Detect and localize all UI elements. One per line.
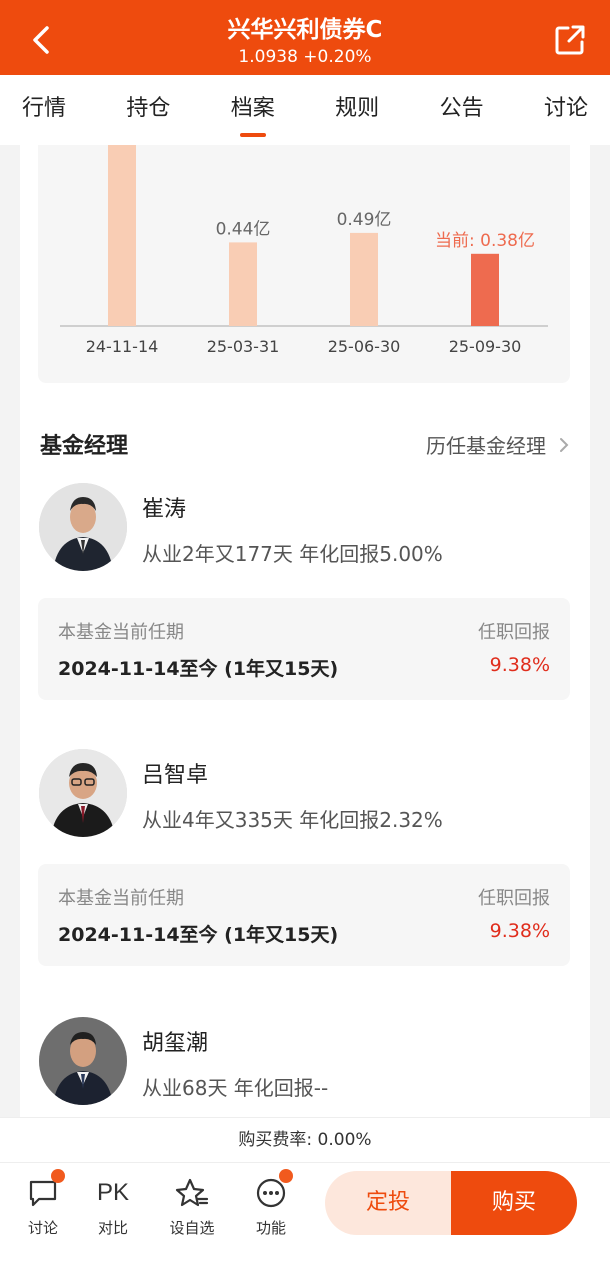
manager-history-link[interactable]: 历任基金经理 <box>426 430 570 459</box>
chart-data-label: 0.44亿 <box>216 219 271 239</box>
auto-invest-button[interactable]: 定投 <box>325 1171 451 1235</box>
fund-size-chart-svg: 24-11-14 0.44亿 25-03-31 0.49亿 25-06-30 当前: 0.… <box>60 145 548 356</box>
term-return-label: 任职回报 <box>478 622 550 643</box>
term-label: 本基金当前任期 <box>58 622 184 643</box>
tab-profile[interactable]: 档案 <box>231 75 275 145</box>
pk-icon: PK <box>95 1175 131 1211</box>
compare-label: 对比 <box>97 1219 128 1237</box>
chart-bar[interactable] <box>350 232 378 326</box>
star-icon <box>174 1175 210 1211</box>
tab-market[interactable]: 行情 <box>22 75 66 145</box>
pk-glyph: PK <box>96 1179 129 1206</box>
chart-tick-label: 25-09-30 <box>449 337 522 356</box>
add-watchlist-label: 设自选 <box>169 1219 215 1237</box>
fund-managers-title: 基金经理 <box>40 434 129 459</box>
chevron-right-icon <box>560 437 569 452</box>
profile-content: 24-11-14 0.44亿 25-03-31 0.49亿 25-06-30 当前: 0.… <box>20 145 590 1117</box>
term-return-label: 任职回报 <box>478 888 550 909</box>
tab-announcements[interactable]: 公告 <box>440 75 484 145</box>
fund-nav-change: 1.0938 +0.20% <box>238 47 372 67</box>
chart-tick-label: 24-11-14 <box>86 337 159 356</box>
manager-name: 吕智卓 <box>142 763 209 788</box>
manager-experience: 从业68天 年化回报-- <box>142 1076 329 1100</box>
share-icon[interactable] <box>552 22 588 58</box>
notification-dot <box>51 1169 65 1183</box>
avatar <box>39 1017 127 1105</box>
more-icon <box>253 1169 293 1211</box>
buy-button[interactable]: 购买 <box>451 1171 577 1235</box>
chart-bar[interactable] <box>471 253 499 326</box>
chart-tick-label: 25-03-31 <box>207 337 280 356</box>
compare-button[interactable]: PK 对比 <box>78 1175 148 1238</box>
manager-term-panel: 本基金当前任期 任职回报 2024-11-14至今 (1年又15天) 9.38% <box>38 598 570 700</box>
term-dates: 2024-11-14至今 (1年又15天) <box>58 658 339 680</box>
manager-history-label: 历任基金经理 <box>426 434 546 458</box>
manager-experience: 从业4年又335天 年化回报2.32% <box>142 808 443 832</box>
fund-size-chart: 24-11-14 0.44亿 25-03-31 0.49亿 25-06-30 当前: 0.… <box>38 145 570 383</box>
add-watchlist-button[interactable]: 设自选 <box>157 1175 227 1238</box>
manager-term-panel: 本基金当前任期 任职回报 2024-11-14至今 (1年又15天) 9.38% <box>38 864 570 966</box>
chart-bar[interactable] <box>229 242 257 326</box>
chart-data-label: 0.49亿 <box>337 210 392 230</box>
avatar <box>39 483 127 571</box>
purchase-fee-rate: 购买费率: 0.00% <box>0 1117 610 1163</box>
manager-experience: 从业2年又177天 年化回报5.00% <box>142 542 443 566</box>
term-label: 本基金当前任期 <box>58 888 184 909</box>
functions-button[interactable]: 功能 <box>236 1169 306 1238</box>
chart-tick-label: 25-06-30 <box>328 337 401 356</box>
fund-title: 兴华兴利债券C <box>227 17 383 43</box>
manager-name: 胡玺潮 <box>142 1031 209 1056</box>
term-return: 9.38% <box>489 920 550 942</box>
chart-data-label: 当前: 0.38亿 <box>435 231 535 251</box>
term-dates: 2024-11-14至今 (1年又15天) <box>58 924 339 946</box>
tab-holdings[interactable]: 持仓 <box>126 75 170 145</box>
term-return: 9.38% <box>489 654 550 676</box>
functions-label: 功能 <box>255 1219 286 1237</box>
tab-discussion[interactable]: 讨论 <box>544 75 588 145</box>
bottom-action-bar: 讨论 PK 对比 设自选 功能 定投 购买 <box>0 1163 610 1263</box>
discuss-label: 讨论 <box>27 1219 58 1237</box>
discuss-button[interactable]: 讨论 <box>8 1169 78 1238</box>
avatar <box>39 749 127 837</box>
manager-name: 崔涛 <box>142 497 187 522</box>
chart-bar[interactable] <box>108 145 136 326</box>
header-bar: 兴华兴利债券C 1.0938 +0.20% <box>0 0 610 75</box>
tab-bar: 行情 持仓 档案 规则 公告 讨论 <box>0 75 610 145</box>
chat-icon <box>25 1169 65 1211</box>
notification-dot <box>279 1169 293 1183</box>
tab-rules[interactable]: 规则 <box>335 75 379 145</box>
